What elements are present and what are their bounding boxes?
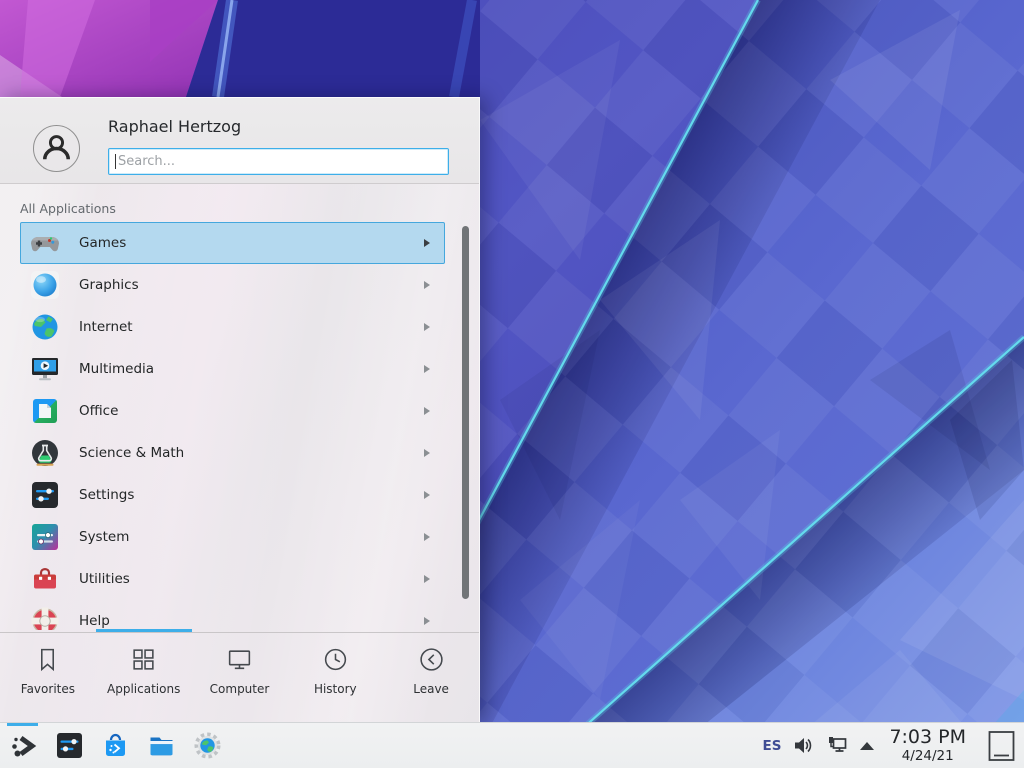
discover-task[interactable] xyxy=(92,723,138,768)
submenu-arrow-icon xyxy=(424,281,430,289)
application-launcher-popup: Raphael Hertzog All Applications Games xyxy=(0,97,480,722)
network-icon[interactable] xyxy=(826,734,849,757)
submenu-arrow-icon xyxy=(424,491,430,499)
category-office[interactable]: Office xyxy=(20,390,445,432)
system-settings-task[interactable] xyxy=(46,723,92,768)
search-input[interactable] xyxy=(108,148,449,175)
gamepad-icon xyxy=(29,227,61,259)
tab-favorites[interactable]: Favorites xyxy=(0,633,96,722)
konqueror-globe-gear-icon xyxy=(193,731,222,760)
search-field-wrap xyxy=(108,148,449,175)
applications-grid-icon xyxy=(130,646,157,673)
system-settings-icon xyxy=(55,731,84,760)
tab-applications[interactable]: Applications xyxy=(96,633,192,722)
submenu-arrow-icon xyxy=(424,365,430,373)
dolphin-folder-icon xyxy=(147,731,176,760)
user-name: Raphael Hertzog xyxy=(108,117,241,136)
keyboard-layout-indicator[interactable]: ES xyxy=(762,738,781,754)
konqueror-task[interactable] xyxy=(184,723,230,768)
category-internet[interactable]: Internet xyxy=(20,306,445,348)
computer-monitor-icon xyxy=(226,646,253,673)
taskbar-panel: ES 7:03 PM 4/24/21 xyxy=(0,722,1024,768)
expand-tray-arrow-icon[interactable] xyxy=(860,742,874,750)
kde-kickoff-icon xyxy=(9,731,38,760)
graphics-sphere-icon xyxy=(29,269,61,301)
clock-date: 4/24/21 xyxy=(889,750,966,764)
section-label: All Applications xyxy=(20,201,116,216)
submenu-arrow-icon xyxy=(424,407,430,415)
launcher-tabbar: Favorites Applications Computer History xyxy=(0,632,479,722)
discover-bag-icon xyxy=(101,731,130,760)
help-lifering-icon xyxy=(29,605,61,630)
clock-time: 7:03 PM xyxy=(889,728,966,747)
category-multimedia[interactable]: Multimedia xyxy=(20,348,445,390)
active-task-indicator xyxy=(7,723,38,726)
internet-globe-icon xyxy=(29,311,61,343)
submenu-arrow-icon xyxy=(424,323,430,331)
settings-sliders-icon xyxy=(29,479,61,511)
submenu-arrow-icon xyxy=(424,575,430,583)
launcher-header: Raphael Hertzog xyxy=(0,98,479,184)
category-science-math[interactable]: Science & Math xyxy=(20,432,445,474)
submenu-arrow-icon xyxy=(424,239,430,247)
user-avatar-icon[interactable] xyxy=(33,125,80,172)
desktop[interactable]: { "launcher": { "user_name": "Raphael He… xyxy=(0,0,1024,768)
office-documents-icon xyxy=(29,395,61,427)
utilities-toolbox-icon xyxy=(29,563,61,595)
submenu-arrow-icon xyxy=(424,449,430,457)
submenu-arrow-icon xyxy=(424,533,430,541)
tab-computer[interactable]: Computer xyxy=(192,633,288,722)
submenu-arrow-icon xyxy=(424,617,430,625)
tab-leave[interactable]: Leave xyxy=(383,633,479,722)
dolphin-task[interactable] xyxy=(138,723,184,768)
digital-clock[interactable]: 7:03 PM 4/24/21 xyxy=(885,728,970,764)
show-desktop-button[interactable] xyxy=(987,729,1016,763)
volume-icon[interactable] xyxy=(792,734,815,757)
category-system[interactable]: System xyxy=(20,516,445,558)
favorites-bookmark-icon xyxy=(34,646,61,673)
category-help[interactable]: Help xyxy=(20,600,445,630)
category-graphics[interactable]: Graphics xyxy=(20,264,445,306)
leave-back-icon xyxy=(418,646,445,673)
text-caret xyxy=(115,154,116,169)
category-list: Games Graphics xyxy=(0,222,479,630)
history-clock-icon xyxy=(322,646,349,673)
category-utilities[interactable]: Utilities xyxy=(20,558,445,600)
scrollbar[interactable] xyxy=(462,226,469,599)
category-games[interactable]: Games xyxy=(20,222,445,264)
tab-history[interactable]: History xyxy=(287,633,383,722)
application-launcher-button[interactable] xyxy=(0,723,46,768)
category-settings[interactable]: Settings xyxy=(20,474,445,516)
system-tray: ES 7:03 PM 4/24/21 xyxy=(762,728,1024,764)
multimedia-monitor-icon xyxy=(29,353,61,385)
system-sliders-icon xyxy=(29,521,61,553)
science-flask-icon xyxy=(29,437,61,469)
